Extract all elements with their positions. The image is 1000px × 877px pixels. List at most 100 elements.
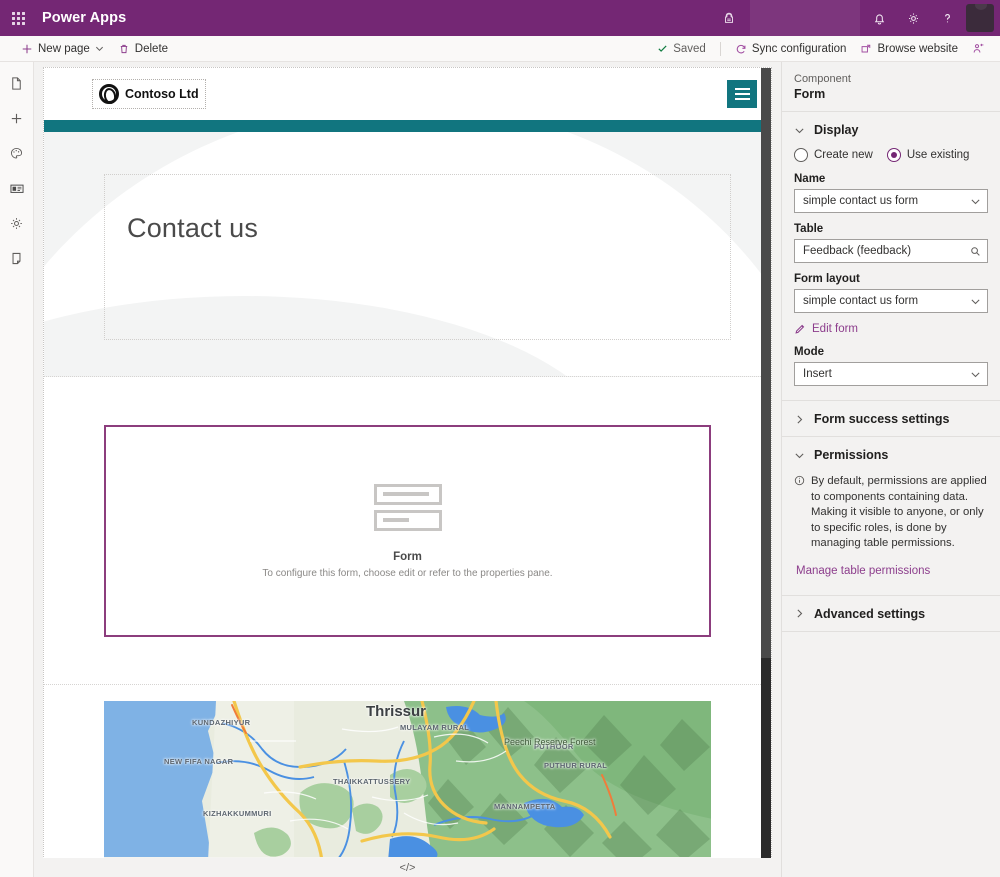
sidebar-item-theme[interactable] [2, 140, 32, 166]
canvas-scrollbar-thumb[interactable] [761, 68, 771, 658]
external-link-icon [860, 43, 872, 55]
contoso-logo-icon [99, 84, 119, 104]
toolbar-divider [719, 41, 721, 56]
hero-text-block[interactable]: Contact us [104, 174, 731, 340]
permissions-note: By default, permissions are applied to c… [794, 474, 988, 552]
sidebar-item-media[interactable] [2, 175, 32, 201]
suite-title[interactable]: Power Apps [42, 10, 126, 26]
form-layout-dropdown[interactable]: simple contact us form [794, 289, 988, 313]
canvas-footer: </> [35, 858, 780, 877]
canvas-scrollbar[interactable] [761, 68, 771, 866]
info-icon [794, 475, 805, 552]
site-logo-text: Contoso Ltd [125, 87, 199, 101]
help-question-icon[interactable] [930, 0, 964, 36]
app-launcher-button[interactable] [0, 0, 36, 36]
settings-gear-icon[interactable] [896, 0, 930, 36]
form-placeholder-title: Form [393, 550, 422, 563]
section-display-header[interactable]: Display [782, 112, 1000, 147]
form-placeholder-icon [373, 483, 442, 531]
browse-website-button[interactable]: Browse website [853, 40, 965, 58]
chevron-down-icon [970, 369, 981, 380]
properties-pane: Component Form Display Create new Use ex… [781, 62, 1000, 877]
sidebar-item-pages[interactable] [2, 70, 32, 96]
browse-website-label: Browse website [877, 42, 958, 55]
table-search-input[interactable]: Feedback (feedback) [794, 239, 988, 263]
radio-dot-icon [794, 148, 808, 162]
section-display-body: Create new Use existing Name simple cont… [782, 148, 1000, 400]
edit-form-label: Edit form [812, 323, 859, 335]
map-graphic [104, 701, 711, 861]
sidebar-item-add[interactable] [2, 105, 32, 131]
form-placeholder-description: To configure this form, choose edit or r… [262, 567, 553, 579]
mode-dropdown[interactable]: Insert [794, 362, 988, 386]
pane-kicker: Component [794, 73, 851, 85]
section-form-success-label: Form success settings [814, 412, 950, 426]
name-field-label: Name [794, 173, 826, 185]
suite-bar: Power Apps [0, 0, 1000, 36]
notifications-bell-icon[interactable] [862, 0, 896, 36]
section-permissions-header[interactable]: Permissions [782, 437, 1000, 472]
chevron-down-icon [794, 450, 805, 461]
delete-label: Delete [134, 42, 169, 55]
avatar[interactable] [966, 4, 994, 32]
name-dropdown-value: simple contact us form [803, 195, 919, 207]
edit-form-button[interactable]: Edit form [794, 323, 988, 335]
table-value: Feedback (feedback) [803, 245, 912, 257]
site-accent-bar [44, 120, 771, 132]
chevron-right-icon [794, 608, 805, 619]
site-logo[interactable]: Contoso Ltd [92, 79, 206, 109]
environment-icon[interactable] [712, 0, 746, 36]
plus-icon [21, 43, 33, 55]
section-permissions-body: By default, permissions are applied to c… [782, 474, 1000, 595]
sync-configuration-label: Sync configuration [751, 42, 847, 55]
site-canvas[interactable]: Contoso Ltd Contact us Form To configure… [43, 67, 772, 867]
chevron-down-icon [95, 44, 104, 53]
sync-configuration-button[interactable]: Sync configuration [728, 40, 854, 58]
sidebar-item-preview-device[interactable] [2, 245, 32, 271]
waffle-icon [11, 11, 25, 25]
chevron-down-icon [794, 125, 805, 136]
section-form-success-header[interactable]: Form success settings [782, 401, 1000, 436]
canvas-scrollbar-track[interactable] [761, 658, 771, 866]
saved-status: Saved [650, 40, 713, 58]
section-permissions-label: Permissions [814, 448, 889, 462]
radio-create-new-label: Create new [814, 149, 873, 161]
trash-icon [118, 43, 130, 55]
section-advanced-label: Advanced settings [814, 606, 926, 621]
share-button[interactable] [965, 39, 992, 58]
radio-create-new[interactable]: Create new [794, 148, 873, 162]
new-page-label: New page [38, 42, 90, 55]
new-page-button[interactable]: New page [14, 40, 111, 58]
mode-value: Insert [803, 368, 832, 380]
form-section: Form To configure this form, choose edit… [44, 377, 771, 685]
search-icon [970, 246, 981, 257]
form-component[interactable]: Form To configure this form, choose edit… [104, 425, 711, 637]
pencil-icon [794, 323, 806, 335]
section-display-label: Display [814, 123, 859, 137]
saved-label: Saved [673, 42, 706, 55]
section-advanced-header[interactable]: Advanced settings [782, 596, 1000, 631]
map-embed[interactable]: Thrissur KUNDAZHIYUR NEW FIFA NAGAR MULA… [104, 701, 711, 861]
radio-use-existing[interactable]: Use existing [886, 148, 970, 162]
sidebar-item-settings[interactable] [2, 210, 32, 236]
check-icon [657, 43, 668, 54]
radio-dot-icon [886, 148, 901, 162]
delete-button[interactable]: Delete [111, 40, 175, 58]
code-view-icon[interactable]: </> [400, 862, 416, 874]
share-icon [972, 42, 985, 55]
permissions-note-text: By default, permissions are applied to c… [811, 475, 987, 549]
chevron-down-icon [970, 196, 981, 207]
environment-pill[interactable] [750, 0, 860, 36]
page-title: Contact us [127, 213, 259, 243]
pane-title: Form [794, 87, 826, 101]
hero-section[interactable]: Contact us [44, 132, 771, 377]
manage-table-permissions-link[interactable]: Manage table permissions [796, 565, 930, 577]
command-bar: New page Delete Saved Sync configuration… [0, 36, 1000, 62]
form-layout-value: simple contact us form [803, 295, 919, 307]
canvas-area: Contoso Ltd Contact us Form To configure… [35, 62, 780, 877]
map-section[interactable]: Thrissur KUNDAZHIYUR NEW FIFA NAGAR MULA… [44, 685, 771, 865]
hamburger-menu-button[interactable] [727, 80, 757, 108]
table-field-label: Table [794, 223, 824, 235]
name-dropdown[interactable]: simple contact us form [794, 189, 988, 213]
radio-use-existing-label: Use existing [906, 149, 970, 161]
